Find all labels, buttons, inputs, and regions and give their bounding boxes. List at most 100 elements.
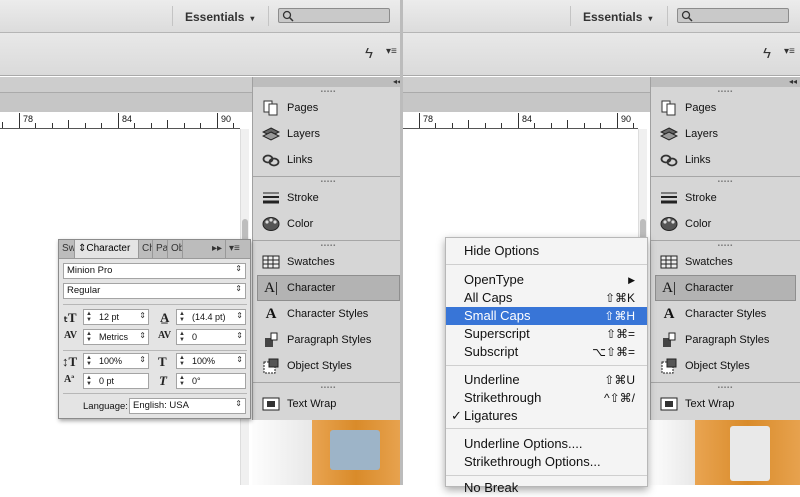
kerning-field[interactable]: ▲ ▼ Metrics ⇕	[83, 329, 149, 345]
dock-item-stroke[interactable]: Stroke	[651, 185, 800, 211]
tab-object-styles[interactable]: Ob	[168, 240, 183, 258]
menu-item-opentype[interactable]: OpenType ▶	[446, 271, 647, 289]
dock-item-label: Swatches	[287, 256, 335, 268]
tab-paragraph[interactable]: Pa	[153, 240, 168, 258]
dock-item-label: Text Wrap	[287, 398, 337, 410]
font-style-select[interactable]: Regular ⇕	[63, 283, 246, 299]
dock-item-swatches[interactable]: Swatches	[253, 249, 400, 275]
dock-group: ▪▪▪▪▪ Stroke Color	[651, 177, 800, 241]
menu-item-label: Underline	[464, 372, 520, 387]
menu-item-label: Hide Options	[464, 243, 540, 258]
menu-item-label: Small Caps	[464, 308, 531, 323]
lightning-icon[interactable]: ϟ	[763, 45, 771, 62]
dock-item-label: Color	[287, 218, 314, 230]
panel-menu-icon[interactable]: ▾≡	[225, 240, 245, 258]
shortcut-text: ⇧⌘K	[604, 291, 635, 305]
collapse-dock-button[interactable]: ◂◂	[253, 77, 400, 87]
font-style-value: Regular	[67, 285, 101, 296]
paragraph-styles-icon	[659, 331, 679, 349]
dock-item-paragraph-styles[interactable]: Paragraph Styles	[253, 327, 400, 353]
dock-item-character[interactable]: A| Character	[655, 275, 796, 301]
dock-item-character[interactable]: A| Character	[257, 275, 400, 301]
vertical-scale-field[interactable]: ▲ ▼ 100% ⇕	[83, 353, 149, 369]
chevron-down-icon: ▾	[648, 14, 653, 23]
ruler-label: 78	[23, 114, 34, 124]
search-input[interactable]	[278, 8, 390, 23]
dock-item-layers[interactable]: Layers	[651, 121, 800, 147]
font-family-select[interactable]: Minion Pro ⇕	[63, 263, 246, 279]
dock-item-label: Object Styles	[685, 360, 750, 372]
dock-item-object-styles[interactable]: Object Styles	[253, 353, 400, 379]
font-size-field[interactable]: ▲ ▼ 12 pt ⇕	[83, 309, 149, 325]
baseline-shift-field[interactable]: ▲ ▼ 0 pt	[83, 373, 149, 389]
menu-item-all-caps[interactable]: All Caps ⇧⌘K	[446, 289, 647, 307]
ruler-label: 84	[122, 114, 133, 124]
menu-separator	[446, 264, 647, 265]
workspace-switcher[interactable]: Essentials ▾	[185, 10, 254, 24]
language-select[interactable]: English: USA ⇕	[129, 398, 246, 414]
menu-item-superscript[interactable]: Superscript ⇧⌘=	[446, 325, 647, 343]
stroke-icon	[659, 189, 679, 207]
dock-item-layers[interactable]: Layers	[253, 121, 400, 147]
skew-field[interactable]: ▲ ▼ 0°	[176, 373, 246, 389]
search-input[interactable]	[677, 8, 789, 23]
tab-swatches[interactable]: Sw	[59, 240, 75, 258]
dock-item-links[interactable]: Links	[253, 147, 400, 173]
language-label: Language:	[83, 401, 128, 412]
tracking-value: 0	[192, 332, 198, 342]
app-bar: Essentials ▾	[0, 0, 400, 33]
skew-icon: T	[159, 373, 167, 388]
leading-field[interactable]: ▲ ▼ (14.4 pt) ⇕	[176, 309, 246, 325]
menu-item-subscript[interactable]: Subscript ⌥⇧⌘=	[446, 343, 647, 361]
workspace-switcher[interactable]: Essentials ▾	[583, 10, 652, 24]
ruler-label: 78	[423, 114, 434, 124]
tab-character-styles[interactable]: Ch	[139, 240, 153, 258]
menu-item-underline-options[interactable]: Underline Options....	[446, 435, 647, 453]
menu-item-strikethrough[interactable]: Strikethrough ^⇧⌘/	[446, 389, 647, 407]
shortcut-text: ⇧⌘H	[604, 309, 635, 323]
dock-item-color[interactable]: Color	[253, 211, 400, 237]
dock-item-label: Character Styles	[685, 308, 767, 320]
menu-item-strikethrough-options[interactable]: Strikethrough Options...	[446, 453, 647, 471]
dock-item-links[interactable]: Links	[651, 147, 800, 173]
ruler-label: 90	[221, 114, 232, 124]
collapse-dock-button[interactable]: ◂◂	[651, 77, 800, 87]
dock-item-character-styles[interactable]: A Character Styles	[651, 301, 800, 327]
panel-menu-icon[interactable]: ▾≡	[784, 46, 795, 57]
tracking-field[interactable]: ▲ ▼ 0 ⇕	[176, 329, 246, 345]
layers-icon	[659, 125, 679, 143]
dock-item-paragraph-styles[interactable]: Paragraph Styles	[651, 327, 800, 353]
links-icon	[659, 151, 679, 169]
dock-item-stroke[interactable]: Stroke	[253, 185, 400, 211]
menu-item-hide-options[interactable]: Hide Options	[446, 242, 647, 260]
dock-item-text-wrap[interactable]: Text Wrap	[651, 391, 800, 417]
dock-item-pages[interactable]: Pages	[253, 95, 400, 121]
menu-item-underline[interactable]: Underline ⇧⌘U	[446, 371, 647, 389]
dock-item-color[interactable]: Color	[651, 211, 800, 237]
submenu-arrow-icon: ▶	[628, 275, 635, 285]
dock-item-swatches[interactable]: Swatches	[651, 249, 800, 275]
divider	[172, 6, 173, 26]
horizontal-ruler: 78 84 90	[0, 112, 240, 129]
menu-item-label: OpenType	[464, 272, 524, 287]
divider	[268, 6, 269, 26]
dock-item-pages[interactable]: Pages	[651, 95, 800, 121]
language-value: English: USA	[133, 400, 189, 411]
document-tab-area	[403, 93, 650, 112]
menu-item-no-break[interactable]: No Break	[446, 479, 647, 497]
menu-item-ligatures[interactable]: ✓ Ligatures	[446, 407, 647, 425]
dock-item-character-styles[interactable]: A Character Styles	[253, 301, 400, 327]
character-styles-icon: A	[663, 305, 675, 322]
pages-icon	[659, 99, 679, 117]
dock-item-object-styles[interactable]: Object Styles	[651, 353, 800, 379]
horizontal-scale-field[interactable]: ▲ ▼ 100% ⇕	[176, 353, 246, 369]
dock-item-label: Color	[685, 218, 712, 230]
tab-overflow-arrows[interactable]: ▸▸	[183, 240, 225, 258]
menu-item-small-caps[interactable]: Small Caps ⇧⌘H	[446, 307, 647, 325]
lightning-icon[interactable]: ϟ	[365, 45, 373, 62]
panel-menu-icon[interactable]: ▾≡	[386, 46, 397, 57]
dock-item-text-wrap[interactable]: Text Wrap	[253, 391, 400, 417]
workspace-label: Essentials	[185, 10, 245, 24]
tab-character[interactable]: ⇕Character	[75, 240, 139, 258]
menu-item-label: No Break	[464, 480, 519, 495]
